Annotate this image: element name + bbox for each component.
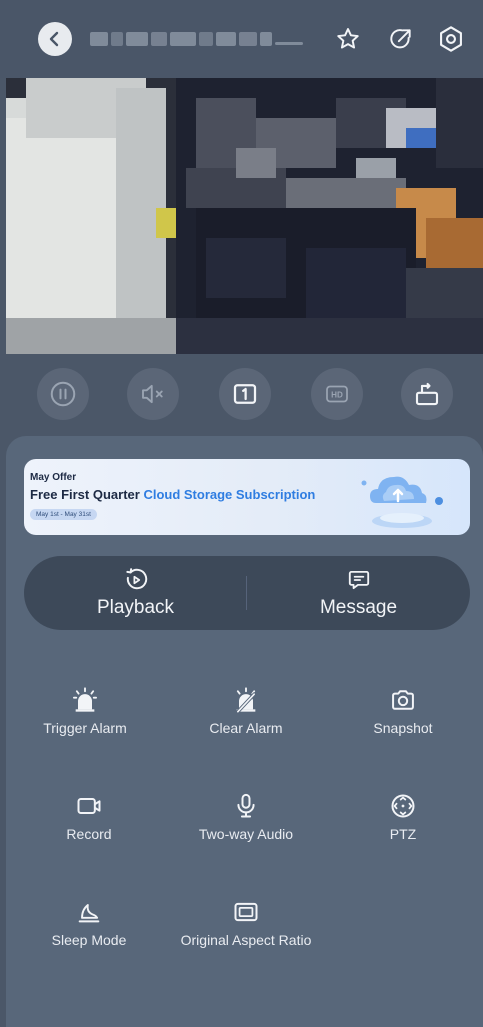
original-aspect-ratio-label: Original Aspect Ratio <box>180 932 312 948</box>
settings-button[interactable] <box>434 22 468 56</box>
single-view-button[interactable] <box>219 368 271 420</box>
speaker-muted-icon <box>142 384 163 404</box>
clear-alarm-label: Clear Alarm <box>209 720 283 736</box>
promo-title: Free First Quarter Cloud Storage Subscri… <box>30 487 315 502</box>
siren-off-icon <box>236 687 256 714</box>
snapshot-button[interactable]: Snapshot <box>328 686 478 746</box>
one-box-icon <box>233 384 257 404</box>
mute-button[interactable] <box>127 368 179 420</box>
playback-icon <box>125 568 147 590</box>
promo-title-highlight: Cloud Storage Subscription <box>143 487 316 502</box>
live-video-view[interactable] <box>6 78 483 354</box>
settings-hex-icon <box>440 26 462 52</box>
snapshot-label: Snapshot <box>373 720 433 736</box>
record-button[interactable]: Record <box>14 792 164 852</box>
chevron-left-icon <box>49 31 59 47</box>
hd-button[interactable]: HD <box>311 368 363 420</box>
moon-sleep-icon <box>78 904 100 923</box>
record-label: Record <box>66 826 112 842</box>
original-aspect-ratio-button[interactable]: Original Aspect Ratio <box>171 898 321 958</box>
microphone-icon <box>237 793 255 818</box>
star-icon <box>337 28 359 49</box>
ptz-button[interactable]: PTZ <box>328 792 478 852</box>
device-title-obscured <box>90 28 310 50</box>
pause-button[interactable] <box>37 368 89 420</box>
cloud-storage-illustration-icon <box>361 476 443 528</box>
two-way-audio-button[interactable]: Two-way Audio <box>171 792 321 852</box>
pause-icon <box>50 381 76 407</box>
promo-date-range: May 1st - May 31st <box>30 509 97 520</box>
obscured-video-frame <box>6 78 483 354</box>
promo-title-prefix: Free First Quarter <box>30 487 144 502</box>
rotate-screen-icon <box>415 382 439 406</box>
promo-tag: May Offer <box>30 472 77 483</box>
share-icon <box>390 29 411 49</box>
promo-banner[interactable]: May Offer Free First Quarter Cloud Stora… <box>24 459 470 535</box>
clear-alarm-button[interactable]: Clear Alarm <box>171 686 321 746</box>
aspect-ratio-icon <box>234 902 258 922</box>
message-button[interactable]: Message <box>247 556 470 630</box>
back-button[interactable] <box>38 22 72 56</box>
ptz-icon <box>391 794 415 818</box>
sleep-mode-button[interactable]: Sleep Mode <box>14 898 164 958</box>
share-button[interactable] <box>384 22 418 56</box>
quick-action-bar: Playback Message <box>24 556 470 630</box>
video-camera-icon <box>77 798 101 814</box>
siren-icon <box>72 687 98 712</box>
two-way-audio-label: Two-way Audio <box>198 826 294 842</box>
function-panel: May Offer Free First Quarter Cloud Stora… <box>6 436 483 1027</box>
svg-text:HD: HD <box>331 390 343 399</box>
player-controls: HD <box>0 354 483 434</box>
favorite-button[interactable] <box>331 22 365 56</box>
rotate-fullscreen-button[interactable] <box>401 368 453 420</box>
top-bar <box>0 0 483 78</box>
trigger-alarm-label: Trigger Alarm <box>43 720 127 736</box>
playback-button[interactable]: Playback <box>24 556 247 630</box>
message-icon <box>348 570 369 590</box>
hd-icon: HD <box>326 385 348 403</box>
trigger-alarm-button[interactable]: Trigger Alarm <box>10 686 160 746</box>
message-label: Message <box>319 597 398 618</box>
ptz-label: PTZ <box>389 826 417 842</box>
sleep-mode-label: Sleep Mode <box>51 932 127 948</box>
camera-icon <box>392 690 414 710</box>
playback-label: Playback <box>96 597 175 618</box>
